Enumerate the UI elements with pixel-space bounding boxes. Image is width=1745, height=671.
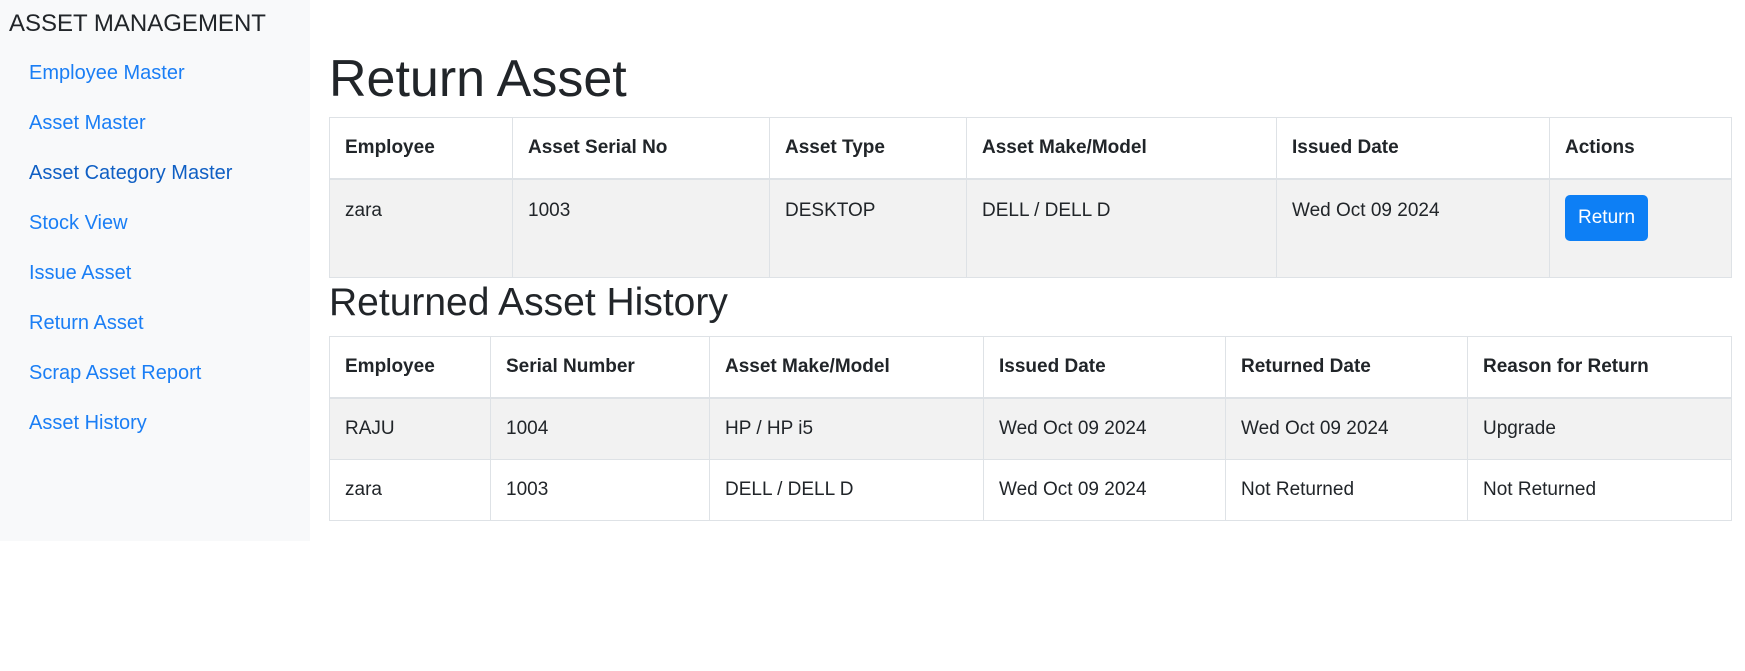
cell-issued-date: Wed Oct 09 2024: [983, 397, 1226, 460]
page-title: Return Asset: [329, 50, 627, 108]
column-header: Reason for Return: [1467, 336, 1732, 399]
cell-issued-date: Wed Oct 09 2024: [1276, 178, 1550, 278]
table-header-row: Employee Asset Serial No Asset Type Asse…: [329, 117, 1732, 180]
cell-make-model: DELL / DELL D: [966, 178, 1277, 278]
table-header-row: Employee Serial Number Asset Make/Model …: [329, 336, 1732, 399]
cell-employee: zara: [329, 178, 513, 278]
table-row: zara 1003 DESKTOP DELL / DELL D Wed Oct …: [329, 178, 1732, 278]
cell-reason: Upgrade: [1467, 397, 1732, 460]
return-asset-table: Employee Asset Serial No Asset Type Asse…: [329, 117, 1732, 278]
cell-employee: RAJU: [329, 397, 491, 460]
returned-asset-history-table: Employee Serial Number Asset Make/Model …: [329, 336, 1732, 521]
column-header: Asset Make/Model: [966, 117, 1277, 180]
table-row: zara 1003 DELL / DELL D Wed Oct 09 2024 …: [329, 459, 1732, 521]
cell-reason: Not Returned: [1467, 459, 1732, 521]
sidebar-item-employee-master[interactable]: Employee Master: [0, 57, 232, 107]
sidebar-item-return-asset[interactable]: Return Asset: [0, 307, 232, 357]
column-header: Employee: [329, 117, 513, 180]
cell-asset-type: DESKTOP: [769, 178, 967, 278]
column-header: Actions: [1549, 117, 1732, 180]
section-title: Returned Asset History: [329, 281, 728, 324]
cell-make-model: DELL / DELL D: [709, 459, 984, 521]
return-button[interactable]: Return: [1565, 195, 1649, 241]
sidebar-item-asset-history[interactable]: Asset History: [0, 407, 232, 457]
column-header: Returned Date: [1225, 336, 1468, 399]
sidebar: ASSET MANAGEMENT Employee Master Asset M…: [0, 0, 310, 541]
sidebar-item-asset-category-master[interactable]: Asset Category Master: [0, 157, 232, 207]
cell-make-model: HP / HP i5: [709, 397, 984, 460]
column-header: Employee: [329, 336, 491, 399]
column-header: Issued Date: [1276, 117, 1550, 180]
sidebar-item-asset-master[interactable]: Asset Master: [0, 107, 232, 157]
cell-serial: 1003: [512, 178, 770, 278]
column-header: Asset Serial No: [512, 117, 770, 180]
brand-title: ASSET MANAGEMENT: [9, 10, 266, 37]
sidebar-item-issue-asset[interactable]: Issue Asset: [0, 257, 232, 307]
cell-issued-date: Wed Oct 09 2024: [983, 459, 1226, 521]
cell-returned-date: Wed Oct 09 2024: [1225, 397, 1468, 460]
cell-actions: Return: [1549, 178, 1732, 278]
app-root: ASSET MANAGEMENT Employee Master Asset M…: [0, 0, 1745, 671]
column-header: Asset Make/Model: [709, 336, 984, 399]
sidebar-item-stock-view[interactable]: Stock View: [0, 207, 232, 257]
table-row: RAJU 1004 HP / HP i5 Wed Oct 09 2024 Wed…: [329, 397, 1732, 460]
column-header: Asset Type: [769, 117, 967, 180]
cell-serial: 1003: [490, 459, 710, 521]
cell-employee: zara: [329, 459, 491, 521]
cell-serial: 1004: [490, 397, 710, 460]
column-header: Issued Date: [983, 336, 1226, 399]
sidebar-nav: Employee Master Asset Master Asset Categ…: [0, 57, 232, 457]
cell-returned-date: Not Returned: [1225, 459, 1468, 521]
column-header: Serial Number: [490, 336, 710, 399]
sidebar-item-scrap-asset-report[interactable]: Scrap Asset Report: [0, 357, 232, 407]
